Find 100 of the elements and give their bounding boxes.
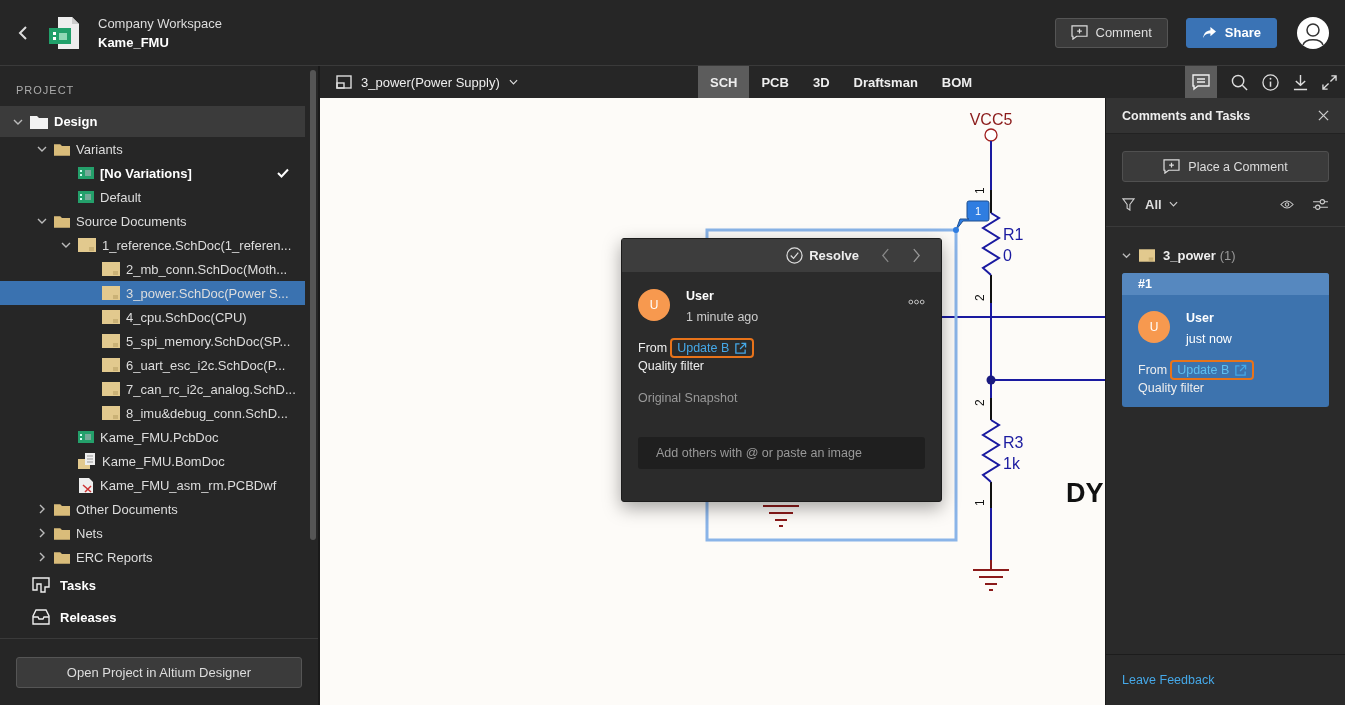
tree-item[interactable]: 7_can_rc_i2c_analog.SchD... <box>0 377 305 401</box>
view-tab[interactable]: Draftsman <box>841 66 930 98</box>
tree-item[interactable]: ERC Reports <box>0 545 305 569</box>
tree-item[interactable]: Design <box>0 106 305 137</box>
tree-item[interactable]: Kame_FMU.PcbDoc <box>0 425 305 449</box>
folder-icon <box>54 502 70 516</box>
comment-marker[interactable] <box>953 200 990 233</box>
chevron-icon[interactable] <box>37 528 47 538</box>
next-icon[interactable] <box>912 248 921 263</box>
avatar-icon[interactable] <box>1297 16 1329 49</box>
folder-icon <box>30 114 48 129</box>
comment-list-icon <box>1191 73 1211 91</box>
tree-item-label: 7_can_rc_i2c_analog.SchD... <box>126 381 296 397</box>
sheet-icon <box>1139 248 1155 262</box>
chevron-icon[interactable] <box>61 240 71 250</box>
tree-item[interactable]: Other Documents <box>0 497 305 521</box>
scrollbar-thumb[interactable] <box>310 70 316 540</box>
place-comment-button[interactable]: Place a Comment <box>1122 151 1329 182</box>
expand-icon[interactable] <box>1322 74 1337 90</box>
add-comment-icon <box>1070 25 1088 40</box>
previous-icon[interactable] <box>881 248 890 263</box>
document-selector[interactable]: 3_power(Power Supply) <box>320 74 518 90</box>
sheet-icon <box>102 262 120 276</box>
search-icon[interactable] <box>1231 73 1248 91</box>
sheet-icon <box>102 310 120 324</box>
tree-item-label: 6_uart_esc_i2c.SchDoc(P... <box>126 357 286 373</box>
resolve-button[interactable]: Resolve <box>786 247 859 264</box>
open-project-button[interactable]: Open Project in Altium Designer <box>16 656 302 688</box>
more-options-icon[interactable] <box>908 299 925 305</box>
back-icon[interactable] <box>18 25 28 40</box>
tree-item-label: Kame_FMU_asm_rm.PCBDwf <box>100 477 277 493</box>
document-board-icon <box>48 15 80 50</box>
tree-item[interactable]: Kame_FMU.BomDoc <box>0 449 305 473</box>
tree-item-label: [No Variations] <box>100 165 192 181</box>
comment-card[interactable]: #1 U User just now From Update B Quality filter <box>1122 273 1329 407</box>
tree-item[interactable]: Default <box>0 185 305 209</box>
comment-count: (1) <box>1219 247 1236 263</box>
sheet-icon <box>78 238 96 252</box>
tree-item[interactable]: [No Variations] <box>0 161 305 185</box>
pin-number: 1 <box>973 187 987 194</box>
group-name: 3_power <box>1163 247 1216 263</box>
folder-icon <box>54 142 70 156</box>
tasks-link[interactable]: Tasks <box>0 569 318 601</box>
comment-number: #1 <box>1122 273 1329 295</box>
tree-item-label: 3_power.SchDoc(Power S... <box>126 285 289 301</box>
tree-item[interactable]: 6_uart_esc_i2c.SchDoc(P... <box>0 353 305 377</box>
sheet-title: DY <box>1066 478 1104 508</box>
board-columns-icon <box>32 577 50 593</box>
tree-item-label: Default <box>100 189 142 205</box>
tree-item[interactable]: 4_cpu.SchDoc(CPU) <box>0 305 305 329</box>
chevron-icon[interactable] <box>37 504 47 514</box>
chevron-icon[interactable] <box>1122 250 1131 260</box>
tree-item[interactable]: 5_spi_memory.SchDoc(SP... <box>0 329 305 353</box>
comments-toggle[interactable] <box>1185 66 1217 98</box>
chevron-down-icon <box>1168 201 1178 207</box>
tree-item[interactable]: 1_reference.SchDoc(1_referen... <box>0 233 305 257</box>
eye-icon[interactable] <box>1280 199 1294 209</box>
tree-item[interactable]: Kame_FMU_asm_rm.PCBDwf <box>0 473 305 497</box>
tree-item[interactable]: Nets <box>0 521 305 545</box>
tree-item[interactable]: 8_imu&debug_conn.SchD... <box>0 401 305 425</box>
view-tab[interactable]: PCB <box>749 66 801 98</box>
tree-item[interactable]: Variants <box>0 137 305 161</box>
pin-number: 1 <box>973 499 987 506</box>
pin-number: 2 <box>973 294 987 301</box>
filter-icon[interactable] <box>1122 197 1135 211</box>
view-tab[interactable]: SCH <box>698 66 750 98</box>
share-button[interactable]: Share <box>1185 17 1277 48</box>
chevron-icon[interactable] <box>37 144 47 154</box>
tree-item-label: 4_cpu.SchDoc(CPU) <box>126 309 247 325</box>
snapshot-label: Original Snapshot <box>638 391 739 405</box>
view-tab[interactable]: 3D <box>800 66 842 98</box>
reply-field[interactable]: Add others with @ or paste an image <box>638 437 925 469</box>
chevron-icon[interactable] <box>37 216 47 226</box>
tree-item-label: 2_mb_conn.SchDoc(Moth... <box>126 261 288 277</box>
tree-item-label: 1_reference.SchDoc(1_referen... <box>102 237 292 253</box>
close-icon[interactable] <box>1318 110 1329 121</box>
sliders-icon[interactable] <box>1312 197 1329 211</box>
info-icon[interactable] <box>1262 73 1279 91</box>
section-label: PROJECT <box>15 84 76 96</box>
sheet-icon <box>102 334 120 348</box>
circuit-board-icon <box>78 167 94 179</box>
releases-link[interactable]: Releases <box>0 601 318 633</box>
circuit-board-icon <box>78 191 94 203</box>
tree-item[interactable]: 3_power.SchDoc(Power S... <box>0 281 305 305</box>
download-icon[interactable] <box>1293 73 1308 91</box>
filter-dropdown[interactable]: All <box>1145 196 1178 212</box>
chevron-icon[interactable] <box>37 552 47 562</box>
update-link[interactable]: Update B <box>670 338 755 358</box>
sheet-icon <box>102 382 120 396</box>
sheet-icon <box>102 358 120 372</box>
sheet-icon <box>102 406 120 420</box>
folder-icon <box>54 214 70 228</box>
component-value: 0 <box>1003 247 1012 264</box>
comment-button[interactable]: Comment <box>1054 17 1168 48</box>
view-tab[interactable]: BOM <box>929 66 985 98</box>
drawing-document-icon <box>78 476 94 494</box>
feedback-link[interactable]: Leave Feedback <box>1122 673 1215 687</box>
tree-item[interactable]: Source Documents <box>0 209 305 233</box>
from-label: From <box>638 341 668 355</box>
tree-item[interactable]: 2_mb_conn.SchDoc(Moth... <box>0 257 305 281</box>
